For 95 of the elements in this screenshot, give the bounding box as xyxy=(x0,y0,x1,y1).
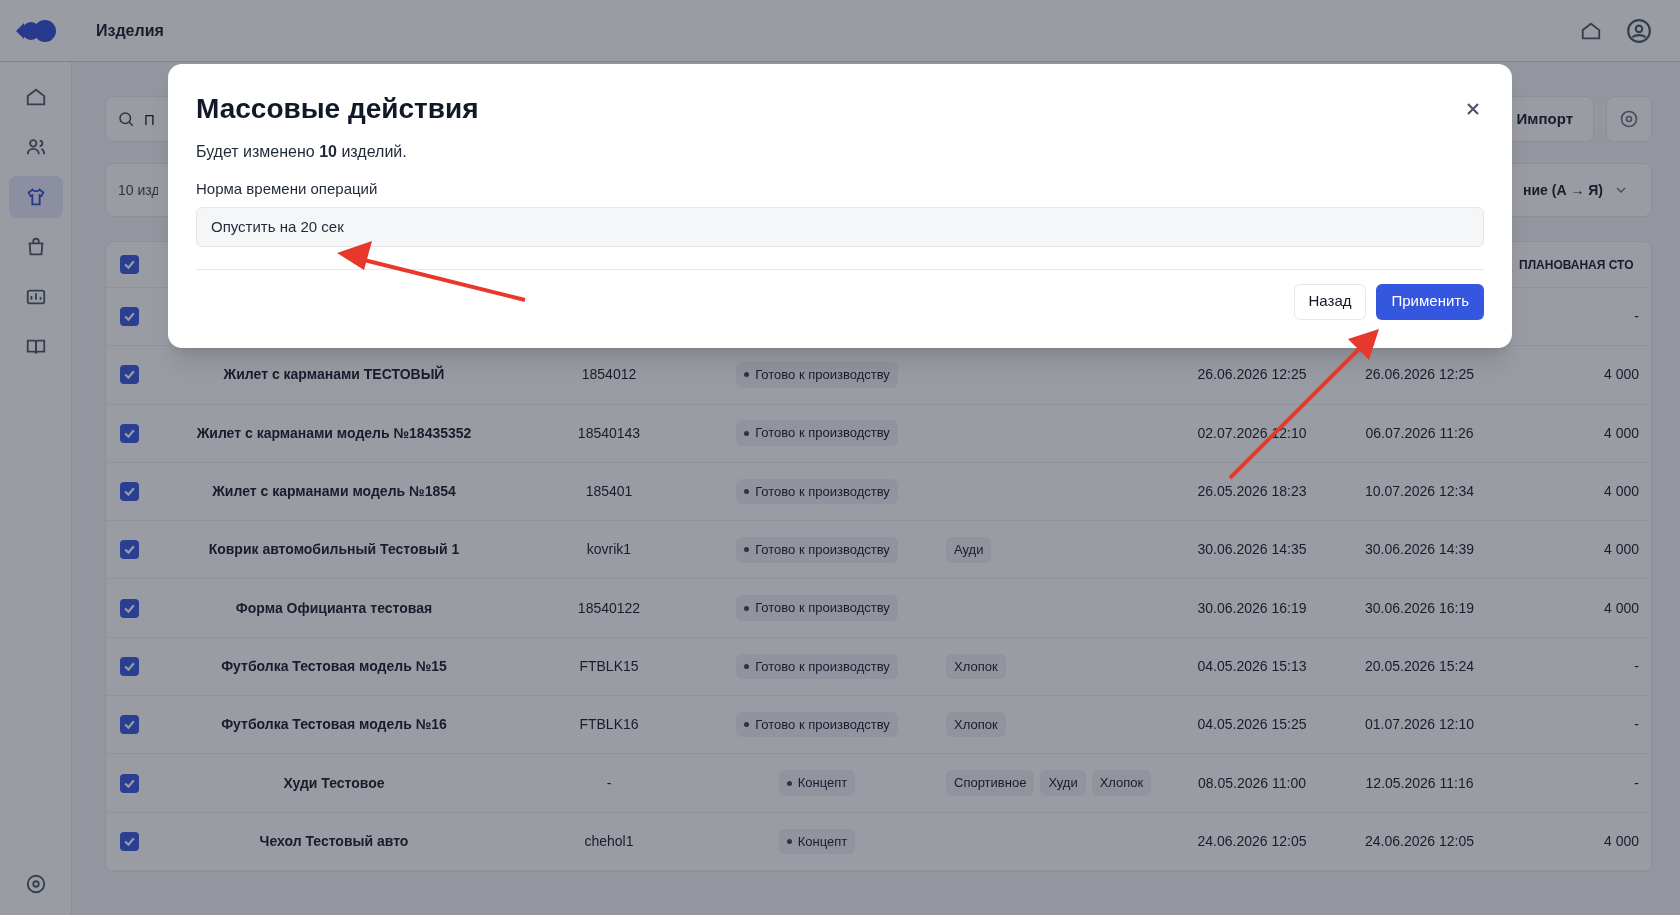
checkbox[interactable] xyxy=(119,307,139,327)
status-badge: Готово к производству xyxy=(736,711,898,738)
table-cell-text: 30.06.2026 14:35 xyxy=(1197,540,1307,560)
table-cell-text: - xyxy=(606,773,612,793)
table-cell-text: 24.06.2026 12:05 xyxy=(1197,831,1307,851)
status-badge: Готово к производству xyxy=(736,478,898,505)
checkbox[interactable] xyxy=(119,773,139,793)
apply-button[interactable]: Применить xyxy=(1376,283,1484,320)
tag: Ауди xyxy=(946,537,992,563)
status-badge: Концепт xyxy=(778,828,856,855)
dialog-summary: Будет изменено 10 изделий. xyxy=(196,142,408,162)
table-cell-text: FTBLK15 xyxy=(579,656,639,676)
table-cell-text: 08.05.2026 11:00 xyxy=(1198,773,1306,793)
checkbox[interactable] xyxy=(119,656,139,676)
field-label: Норма времени операций xyxy=(196,179,379,199)
status-badge: Готово к производству xyxy=(736,362,898,388)
check-icon xyxy=(122,310,136,324)
table-cell-text: Коврик автомобильный Тестовый 1 xyxy=(208,540,460,560)
checkbox[interactable] xyxy=(119,540,139,560)
checkbox[interactable] xyxy=(119,598,139,618)
table-cell-text: 04.05.2026 15:13 xyxy=(1197,656,1307,676)
settings-button[interactable] xyxy=(1606,96,1652,142)
table-cell-text: 01.07.2026 12:10 xyxy=(1365,715,1474,735)
table-cell-text: 30.06.2026 16:19 xyxy=(1197,598,1307,618)
table-cell-text: 4 000 xyxy=(1603,423,1639,443)
column-header: ПЛАНОВАНАЯ СТО xyxy=(1518,256,1635,274)
table-cell-text: 18540143 xyxy=(577,423,641,443)
checkbox[interactable] xyxy=(119,255,139,274)
table-cell-text: kovrik1 xyxy=(586,540,632,560)
table-cell-text: Форма Официанта тестовая xyxy=(235,598,433,618)
back-button[interactable]: Назад xyxy=(1293,283,1367,320)
table-cell-text: 24.06.2026 12:05 xyxy=(1365,831,1474,851)
table-cell-text: 18540122 xyxy=(577,598,641,618)
tag: Худи xyxy=(1040,770,1086,796)
status-badge: Готово к производству xyxy=(736,595,898,621)
tag: Хлопок xyxy=(1091,770,1152,796)
page-title: Изделия xyxy=(96,20,164,41)
table-cell-text: 12.05.2026 11:16 xyxy=(1365,773,1474,793)
table-cell-text: - xyxy=(1634,715,1639,735)
search-icon xyxy=(117,110,135,128)
table-cell-text: 4 000 xyxy=(1603,831,1639,851)
checkbox[interactable] xyxy=(119,482,139,502)
home-icon xyxy=(24,86,47,108)
table-cell-text: - xyxy=(1634,656,1639,676)
table-cell-text: - xyxy=(1634,773,1639,793)
tag: Хлопок xyxy=(946,653,1006,680)
status-badge: Готово к производству xyxy=(736,537,898,563)
table-cell-text: 4 000 xyxy=(1603,598,1639,618)
chevron-down-icon xyxy=(1615,184,1627,196)
tag: Хлопок xyxy=(946,711,1006,738)
check-icon xyxy=(122,718,136,732)
check-icon xyxy=(122,368,136,382)
check-icon xyxy=(122,485,136,499)
checkbox[interactable] xyxy=(119,715,139,735)
table-cell-text: Жилет с карманами ТЕСТОВЫЙ xyxy=(223,364,445,385)
table-cell-text: 10.07.2026 12:34 xyxy=(1365,482,1474,502)
settings-icon[interactable] xyxy=(24,873,47,895)
table-cell-text: Чехол Тестовый авто xyxy=(259,831,409,851)
table-cell-text: Футболка Тестовая модель №15 xyxy=(221,656,447,676)
input-field[interactable]: Опустить на 20 сек xyxy=(196,206,1484,247)
check-icon xyxy=(122,543,136,557)
table-cell-text: 26.06.2026 12:25 xyxy=(1365,365,1474,385)
table-cell-text: Жилет с карманами модель №18435352 xyxy=(196,423,472,443)
status-badge: Готово к производству xyxy=(736,420,898,446)
table-cell-text: Футболка Тестовая модель №16 xyxy=(221,715,447,735)
dialog-title: Массовые действия xyxy=(196,92,479,126)
sidebar-item[interactable] xyxy=(8,176,63,218)
table-cell-text: 30.06.2026 14:39 xyxy=(1365,540,1474,560)
sort-dropdown[interactable]: ние (А → Я) xyxy=(1515,170,1639,210)
table-cell-text: 4 000 xyxy=(1603,482,1639,502)
table-cell-text: 30.06.2026 16:19 xyxy=(1365,598,1474,618)
table-cell-text: 1854012 xyxy=(581,365,637,385)
table-cell-text: 04.05.2026 15:25 xyxy=(1197,715,1307,735)
status-badge: Готово к производству xyxy=(736,653,898,680)
checkbox[interactable] xyxy=(119,423,139,443)
close-icon xyxy=(1466,102,1480,116)
check-icon xyxy=(122,258,136,271)
table-cell-text: Худи Тестовое xyxy=(283,773,385,793)
table-cell-text: 26.05.2026 18:23 xyxy=(1197,482,1307,502)
tag: Спортивное xyxy=(946,770,1035,796)
table-cell-text: 185401 xyxy=(585,482,633,502)
user-circle-icon[interactable] xyxy=(1626,17,1652,44)
table-cell-text: chehol1 xyxy=(584,831,634,851)
checkbox[interactable] xyxy=(119,365,139,385)
table-cell-text: 4 000 xyxy=(1603,540,1639,560)
table-cell-text: - xyxy=(1634,307,1639,327)
table-cell-text: 26.06.2026 12:25 xyxy=(1197,365,1307,385)
table-cell-text: Жилет с карманами модель №1854 xyxy=(212,482,456,502)
table-cell-text: 06.07.2026 11:26 xyxy=(1365,423,1474,443)
status-badge: Концепт xyxy=(778,770,856,796)
checkbox[interactable] xyxy=(119,831,139,851)
table-cell-text: 20.05.2026 15:24 xyxy=(1365,656,1474,676)
gear-icon xyxy=(1619,109,1639,129)
table-cell-text: FTBLK16 xyxy=(579,715,639,735)
table-cell-text: 4 000 xyxy=(1603,365,1639,385)
